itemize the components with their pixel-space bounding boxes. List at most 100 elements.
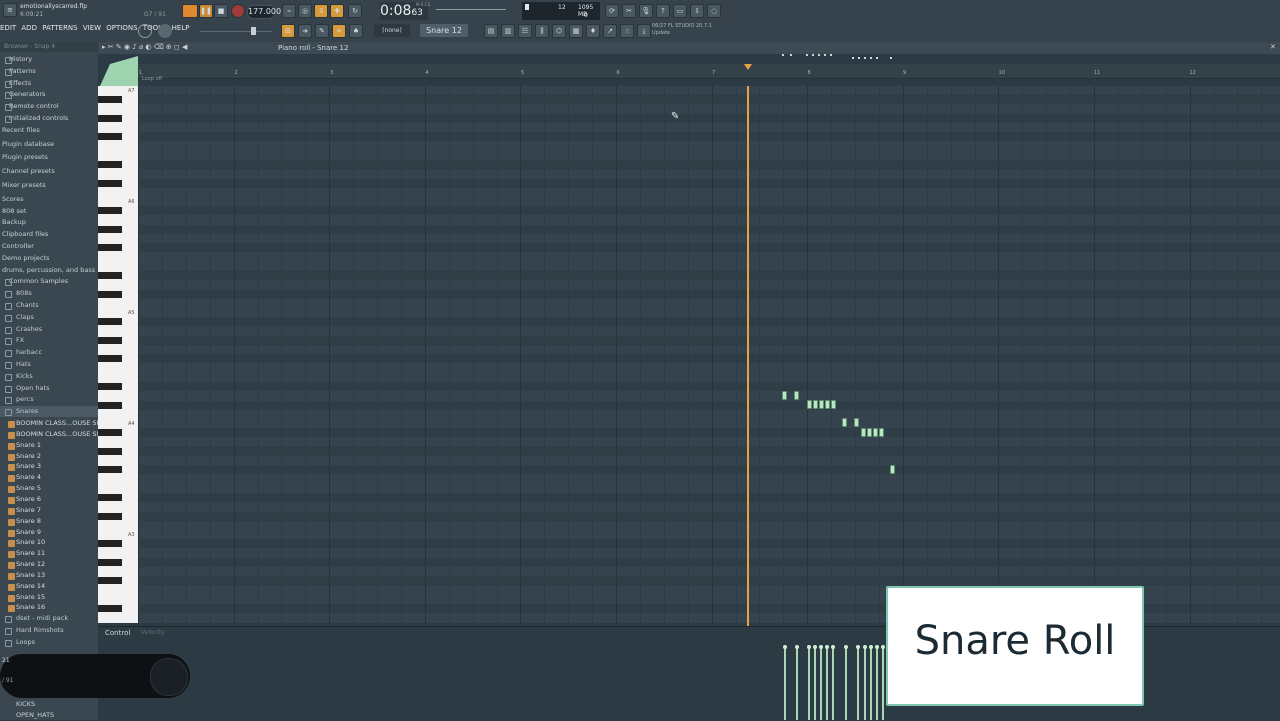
browser-folder[interactable]: Open hats — [0, 383, 98, 394]
browser-item[interactable]: drums, percussion, and bass — [0, 265, 98, 276]
browser-file[interactable]: Snare 2 — [0, 451, 98, 462]
browser-folder[interactable]: Snares — [0, 406, 98, 418]
note[interactable] — [890, 465, 895, 474]
note[interactable] — [813, 400, 818, 409]
velocity-bar[interactable] — [857, 648, 859, 720]
black-key[interactable] — [98, 207, 122, 215]
browser-folder[interactable]: Hats — [0, 359, 98, 370]
browser-item[interactable]: Channel presets — [0, 166, 98, 177]
velocity-bar[interactable] — [796, 648, 798, 720]
browser-file[interactable]: Snare 9 — [0, 527, 98, 538]
browser-item[interactable]: 808 set — [0, 206, 98, 217]
velocity-bar[interactable] — [832, 648, 834, 720]
black-key[interactable] — [98, 161, 122, 168]
black-key[interactable] — [98, 290, 122, 298]
save-icon[interactable]: ▭ — [673, 4, 687, 18]
browser-file[interactable]: Snare 16 — [0, 602, 98, 613]
velocity-handle[interactable] — [825, 645, 829, 649]
browser-file[interactable]: Snare 15 — [0, 592, 98, 603]
browser-folder[interactable]: 808s — [0, 288, 98, 299]
black-key[interactable] — [98, 318, 122, 326]
main-pitch-knob[interactable] — [138, 24, 152, 38]
browser-item[interactable]: Effects — [0, 78, 98, 89]
browser-item[interactable]: Mixer presets — [0, 180, 98, 191]
black-key[interactable] — [98, 558, 122, 566]
control-label[interactable]: Control — [105, 629, 130, 637]
velocity-handle[interactable] — [819, 645, 823, 649]
note[interactable] — [873, 428, 878, 437]
browser-folder[interactable]: harbacc — [0, 347, 98, 358]
stop-icon[interactable]: ■ — [214, 4, 228, 18]
note[interactable] — [794, 391, 799, 400]
browser-folder[interactable]: Hard Rimshots — [0, 625, 98, 636]
piano-roll-tools-icons[interactable]: ▸ ✂ ✎ ◉ ♪ ⌀ ◐ ⌫ ⊕ ◻ ◀ — [102, 43, 187, 51]
black-key[interactable] — [98, 133, 122, 141]
browser-folder[interactable]: Common Samples — [0, 276, 98, 287]
velocity-handle[interactable] — [807, 645, 811, 649]
browser-item[interactable]: Clipboard files — [0, 229, 98, 240]
wait-icon[interactable]: ◎ — [298, 4, 312, 18]
menu-help[interactable]: HELP — [172, 24, 190, 32]
browser-file[interactable]: BOOMIN CLASS...OUSE SNARE 1 — [0, 418, 98, 429]
velocity-handle[interactable] — [856, 645, 860, 649]
velocity-bar[interactable] — [845, 648, 847, 720]
black-key[interactable] — [98, 272, 122, 279]
touch-icon[interactable]: ☝ — [620, 24, 634, 38]
note[interactable] — [842, 418, 847, 427]
browser-item[interactable]: Backup — [0, 217, 98, 228]
browser-item[interactable]: Plugin database — [0, 139, 98, 150]
play-icon[interactable]: ❚❚ — [199, 4, 213, 18]
velocity-bar[interactable] — [864, 648, 866, 720]
browser-item[interactable]: Initialized controls — [0, 113, 98, 124]
black-key[interactable] — [98, 401, 122, 409]
pat-song-toggle[interactable] — [182, 4, 198, 18]
velocity-bar[interactable] — [876, 648, 878, 720]
browser-file[interactable]: Snare 13 — [0, 570, 98, 581]
record-icon[interactable] — [231, 4, 245, 18]
black-key[interactable] — [98, 225, 122, 233]
velocity-bar[interactable] — [826, 648, 828, 720]
browser-icon[interactable]: ▦ — [569, 24, 583, 38]
plugin-icon[interactable]: ⌬ — [552, 24, 566, 38]
loop-record-icon[interactable]: ↻ — [348, 4, 362, 18]
browser-item-bottom[interactable]: KICKS — [0, 699, 98, 710]
velocity-bar[interactable] — [814, 648, 816, 720]
snap-icon[interactable]: ⊞ — [281, 24, 295, 38]
note[interactable] — [867, 428, 872, 437]
velocity-handle[interactable] — [844, 645, 848, 649]
pencil-icon[interactable]: ✎ — [315, 24, 329, 38]
browser-file[interactable]: Snare 3 — [0, 461, 98, 472]
browser-item[interactable]: History — [0, 54, 98, 65]
metronome-icon[interactable]: ⌁ — [282, 4, 296, 18]
tempo-display[interactable]: 177.000 — [247, 5, 281, 19]
black-key[interactable] — [98, 114, 122, 122]
blend-icon[interactable]: ✚ — [330, 4, 344, 18]
velocity-bar[interactable] — [870, 648, 872, 720]
note[interactable] — [782, 391, 787, 400]
black-key[interactable] — [98, 447, 122, 455]
velocity-handle[interactable] — [881, 645, 885, 649]
channel-rack-icon[interactable]: ☷ — [518, 24, 532, 38]
velocity-handle[interactable] — [831, 645, 835, 649]
countdown-icon[interactable]: 3 — [314, 4, 328, 18]
browser-item[interactable]: Controller — [0, 241, 98, 252]
browser-item[interactable]: Plugin presets — [0, 152, 98, 163]
menu-view[interactable]: VIEW — [83, 24, 101, 32]
black-key[interactable] — [98, 179, 122, 187]
note[interactable] — [854, 418, 859, 427]
master-volume-slider[interactable] — [436, 9, 506, 10]
menu-add[interactable]: ADD — [21, 24, 37, 32]
black-key[interactable] — [98, 605, 122, 612]
black-key[interactable] — [98, 512, 122, 520]
playlist-icon[interactable]: ▤ — [484, 24, 498, 38]
browser-folder[interactable]: Loops — [0, 637, 98, 648]
browser-file[interactable]: BOOMIN CLASS...OUSE SNARE 2 — [0, 429, 98, 440]
browser-item[interactable]: Demo projects — [0, 253, 98, 264]
news-panel[interactable]: 06/27 FL STUDIO 20.7.1 Update — [652, 23, 742, 39]
control-target[interactable]: Velocity — [141, 629, 165, 636]
black-key[interactable] — [98, 429, 122, 437]
download-icon[interactable]: ⤓ — [637, 24, 651, 38]
note[interactable] — [807, 400, 812, 409]
browser-item[interactable]: Patterns — [0, 66, 98, 77]
velocity-bar[interactable] — [882, 648, 884, 720]
